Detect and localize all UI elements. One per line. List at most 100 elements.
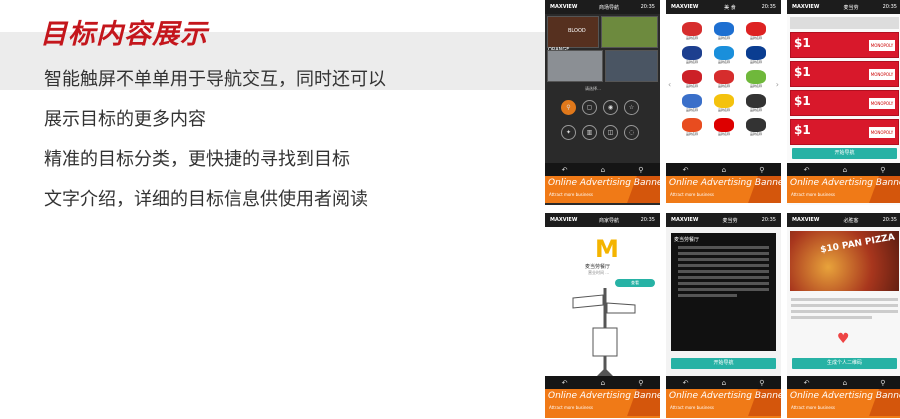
text-line (678, 270, 769, 273)
home-icon[interactable]: ⌂ (722, 166, 726, 174)
brand-item[interactable]: 品牌名称 (740, 94, 772, 116)
brand-grid: 品牌名称 品牌名称 品牌名称 品牌名称 品牌名称 品牌名称 品牌名称 品牌名称 品牌名称 品牌名称… (676, 22, 772, 140)
status-bar: MAXVIEW 必胜客 20:35 (787, 213, 900, 227)
feature-line: 精准的目标分类，更快捷的寻找到目标 (44, 149, 350, 170)
promo-tile[interactable]: BLOOD ORANGE (547, 16, 599, 53)
eye-icon[interactable]: ◉ (603, 100, 618, 115)
brand-item[interactable]: 品牌名称 (676, 46, 708, 68)
search-icon[interactable]: ⚲ (638, 379, 643, 387)
home-icon[interactable]: ⌂ (601, 166, 605, 174)
search-icon[interactable]: ⚲ (880, 379, 885, 387)
coupon[interactable]: $1 MONOPOLY (790, 90, 899, 116)
brand-item[interactable]: 品牌名称 (708, 22, 740, 44)
ad-banner[interactable]: Online Advertising Banners Attract more … (787, 389, 900, 418)
text-line (678, 258, 769, 261)
text-line (791, 298, 898, 301)
search-icon[interactable]: ⚲ (638, 166, 643, 174)
brand-logo-icon (746, 22, 766, 36)
home-icon[interactable]: ⌂ (601, 379, 605, 387)
text-line (678, 294, 738, 297)
brand-item[interactable]: 品牌名称 (740, 118, 772, 140)
coupon[interactable]: $1 MONOPOLY (790, 119, 899, 145)
shop-icon[interactable]: ▢ (582, 100, 597, 115)
brand-name: 品牌名称 (685, 132, 698, 136)
brand-name: 品牌名称 (717, 60, 730, 64)
home-icon[interactable]: ⌂ (843, 379, 847, 387)
ad-banner[interactable]: Online Advertising Banners Attract more … (545, 389, 660, 418)
start-navigation-button[interactable]: 开始导航 (671, 358, 776, 369)
gift-icon[interactable]: ✦ (561, 125, 576, 140)
bag-icon[interactable]: ◫ (603, 125, 618, 140)
search-icon[interactable]: ⚲ (759, 166, 764, 174)
text-line (678, 276, 769, 279)
brand-item[interactable]: 品牌名称 (708, 70, 740, 92)
brand-logo-icon (746, 70, 766, 84)
brand-name: 品牌名称 (749, 36, 762, 40)
heart-icon[interactable]: ♥ (837, 331, 850, 347)
phone-screen-merchant-nav: MAXVIEW 商家导航 20:35 M 麦当劳餐厅 营业时间 … 查看 ↶ ⌂… (545, 213, 660, 418)
text-line (678, 288, 769, 291)
text-line (791, 316, 872, 319)
cart-icon[interactable]: ▥ (582, 125, 597, 140)
chevron-right-icon[interactable]: › (776, 80, 779, 89)
brand-logo: MAXVIEW (550, 4, 578, 10)
pizza-promo[interactable]: $10 PAN PIZZA (790, 231, 899, 291)
brand-item[interactable]: 品牌名称 (740, 22, 772, 44)
brand-logo-icon (682, 46, 702, 60)
brand-name: 品牌名称 (749, 60, 762, 64)
coupon[interactable]: $1 MONOPOLY (790, 32, 899, 58)
star-icon[interactable]: ☆ (624, 100, 639, 115)
ad-banner[interactable]: Online Advertising Banners Attract more … (666, 176, 781, 203)
ad-subtitle: Attract more business (791, 192, 836, 197)
text-line (791, 304, 898, 307)
ad-banner[interactable]: Online Advertising Banners Attract more … (666, 389, 781, 418)
feature-line: 文字介绍，详细的目标信息供使用者阅读 (44, 189, 368, 210)
brand-name: 品牌名称 (717, 132, 730, 136)
screen-title: 必胜客 (843, 217, 859, 224)
food-icon[interactable]: ⚲ (561, 100, 576, 115)
brand-item[interactable]: 品牌名称 (708, 118, 740, 140)
promo-tile[interactable] (547, 50, 603, 82)
chevron-left-icon[interactable]: ‹ (668, 80, 671, 89)
brand-logo-icon (746, 118, 766, 132)
promo-tile[interactable] (605, 50, 658, 82)
brand-item[interactable]: 品牌名称 (708, 94, 740, 116)
screen-title: 麦当劳 (722, 217, 738, 224)
back-icon[interactable]: ↶ (683, 379, 689, 387)
status-bar: MAXVIEW 麦当劳 20:35 (787, 0, 900, 14)
back-icon[interactable]: ↶ (804, 379, 810, 387)
promo-tile[interactable] (601, 16, 658, 48)
status-bar: MAXVIEW 麦当劳 20:35 (666, 213, 781, 227)
home-icon[interactable]: ⌂ (722, 379, 726, 387)
coupon[interactable]: $1 MONOPOLY (790, 61, 899, 87)
generate-qrcode-button[interactable]: 生成个人二维码 (792, 358, 897, 369)
home-icon[interactable]: ⌂ (843, 166, 847, 174)
status-bar: MAXVIEW 商场导航 20:35 (545, 0, 660, 14)
brand-item[interactable]: 品牌名称 (676, 22, 708, 44)
back-icon[interactable]: ↶ (683, 166, 689, 174)
clock: 20:35 (761, 217, 776, 223)
search-icon[interactable]: ⚲ (759, 379, 764, 387)
brand-item[interactable]: 品牌名称 (676, 94, 708, 116)
signpost-icon (572, 288, 636, 378)
chat-icon[interactable]: ◌ (624, 125, 639, 140)
back-icon[interactable]: ↶ (804, 166, 810, 174)
brand-item[interactable]: 品牌名称 (740, 46, 772, 68)
back-icon[interactable]: ↶ (562, 379, 568, 387)
ad-title: Online Advertising Banners (669, 391, 781, 401)
back-icon[interactable]: ↶ (562, 166, 568, 174)
search-icon[interactable]: ⚲ (880, 166, 885, 174)
brand-item[interactable]: 品牌名称 (740, 70, 772, 92)
brand-item[interactable]: 品牌名称 (708, 46, 740, 68)
brand-item[interactable]: 品牌名称 (676, 118, 708, 140)
brand-name: 品牌名称 (685, 108, 698, 112)
brand-name: 品牌名称 (749, 84, 762, 88)
brand-item[interactable]: 品牌名称 (676, 70, 708, 92)
ad-banner[interactable]: Online Advertising Banners Attract more … (787, 176, 900, 203)
promo-text: $10 PAN PIZZA (819, 232, 896, 256)
ad-banner[interactable]: Online Advertising Banners Attract more … (545, 176, 660, 203)
brand-logo: MAXVIEW (792, 217, 820, 223)
start-navigation-button[interactable]: 开始导航 (792, 148, 897, 159)
brand-logo: MAXVIEW (550, 217, 578, 223)
phone-screen-food: MAXVIEW 美 食 20:35 ‹ › 品牌名称 品牌名称 品牌名称 品牌名称 品牌… (666, 0, 781, 205)
